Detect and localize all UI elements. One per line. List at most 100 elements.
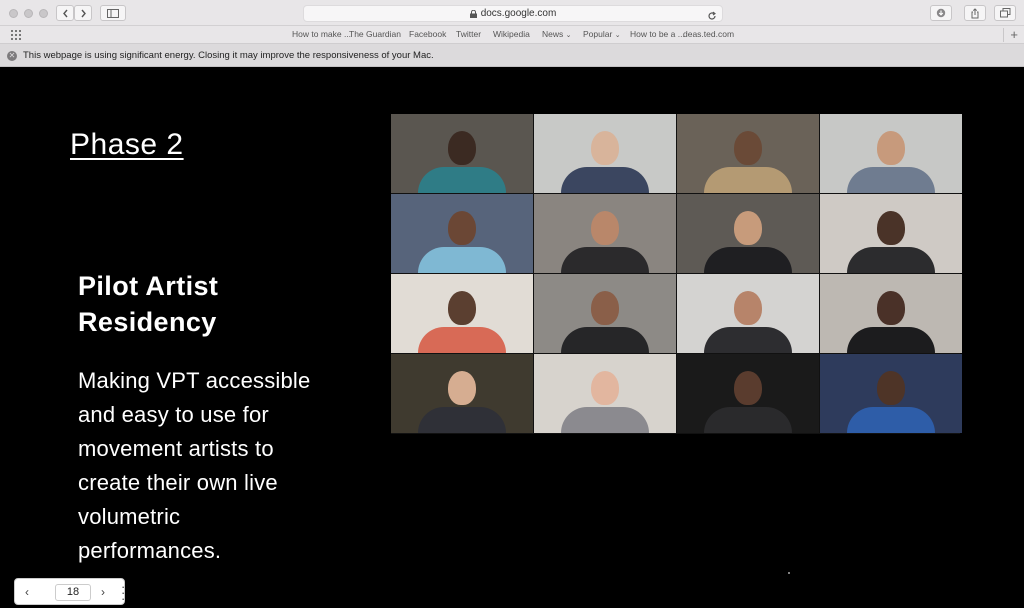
browser-toolbar: docs.google.com <box>0 0 1024 26</box>
participant-torso <box>561 167 649 193</box>
body-line: performances. <box>78 538 222 563</box>
sidebar-icon <box>107 8 119 18</box>
chevron-left-icon <box>62 9 68 17</box>
close-icon[interactable]: ✕ <box>7 51 17 61</box>
video-tile <box>391 274 533 353</box>
chevron-down-icon: ⌄ <box>614 32 621 39</box>
video-tile <box>677 194 819 273</box>
page-number-field[interactable]: 18 <box>55 584 91 601</box>
participant-torso <box>561 327 649 353</box>
video-tile <box>677 274 819 353</box>
video-tile <box>391 354 533 433</box>
share-icon <box>971 7 979 18</box>
bookmark-how-to-be[interactable]: How to be a ... <box>630 29 685 39</box>
headline-line: Residency <box>78 307 217 337</box>
participant-head <box>877 131 905 166</box>
video-tile <box>534 274 676 353</box>
video-tile <box>820 114 962 193</box>
participant-torso <box>418 407 506 433</box>
video-tile <box>820 274 962 353</box>
video-call-grid <box>391 114 962 434</box>
participant-torso <box>704 167 792 193</box>
new-tab-icon[interactable]: + <box>1010 27 1018 42</box>
body-line: movement artists to <box>78 436 274 461</box>
bookmark-popular[interactable]: Popular ⌄ <box>583 29 621 39</box>
participant-head <box>877 291 905 326</box>
chevron-right-icon <box>80 9 86 17</box>
participant-head <box>448 371 476 406</box>
video-tile <box>534 114 676 193</box>
chevron-right-icon[interactable]: › <box>101 585 105 599</box>
slide-body: Making VPT accessible and easy to use fo… <box>78 364 378 568</box>
downloads-button[interactable] <box>930 5 952 21</box>
video-tile <box>820 194 962 273</box>
video-tile <box>677 114 819 193</box>
grid-icon[interactable] <box>11 30 21 40</box>
bookmark-guardian[interactable]: The Guardian <box>349 29 401 39</box>
tabs-icon <box>999 8 1010 18</box>
body-line: create their own live <box>78 470 278 495</box>
body-line: Making VPT accessible <box>78 368 311 393</box>
participant-torso <box>418 327 506 353</box>
video-tile <box>391 194 533 273</box>
participant-torso <box>704 407 792 433</box>
participant-head <box>591 291 619 326</box>
participant-torso <box>418 167 506 193</box>
participant-torso <box>847 407 935 433</box>
bookmark-ted[interactable]: deas.ted.com <box>683 29 734 39</box>
divider <box>1003 28 1004 42</box>
video-tile <box>391 114 533 193</box>
video-tile <box>677 354 819 433</box>
participant-torso <box>847 327 935 353</box>
headline-line: Pilot Artist <box>78 271 219 301</box>
participant-torso <box>561 407 649 433</box>
participant-head <box>877 211 905 246</box>
participant-head <box>591 211 619 246</box>
participant-torso <box>704 327 792 353</box>
energy-warning-bar: ✕ This webpage is using significant ener… <box>0 44 1024 67</box>
sidebar-button[interactable] <box>100 5 126 21</box>
forward-button[interactable] <box>74 5 92 21</box>
bookmark-facebook[interactable]: Facebook <box>409 29 446 39</box>
bookmark-wikipedia[interactable]: Wikipedia <box>493 29 530 39</box>
participant-head <box>734 291 762 326</box>
participant-head <box>734 371 762 406</box>
more-options-icon[interactable]: · · · <box>121 580 125 605</box>
video-tile <box>820 354 962 433</box>
download-icon <box>936 8 946 18</box>
participant-head <box>448 291 476 326</box>
close-window-button[interactable] <box>9 9 18 18</box>
video-tile <box>534 194 676 273</box>
chevron-left-icon[interactable]: ‹ <box>25 585 29 599</box>
bookmark-news[interactable]: News ⌄ <box>542 29 572 39</box>
participant-torso <box>847 247 935 273</box>
tabs-overview-button[interactable] <box>994 5 1016 21</box>
minimize-window-button[interactable] <box>24 9 33 18</box>
decorative-dot <box>788 572 790 574</box>
slide-headline: Pilot Artist Residency <box>78 268 378 340</box>
participant-torso <box>847 167 935 193</box>
zoom-window-button[interactable] <box>39 9 48 18</box>
address-bar[interactable]: docs.google.com <box>303 5 723 22</box>
bookmark-twitter[interactable]: Twitter <box>456 29 481 39</box>
share-button[interactable] <box>964 5 986 21</box>
participant-head <box>591 131 619 166</box>
body-line: volumetric <box>78 504 181 529</box>
participant-torso <box>704 247 792 273</box>
lock-icon <box>469 9 477 18</box>
participant-head <box>734 131 762 166</box>
participant-head <box>877 371 905 406</box>
bookmark-how-to-make[interactable]: How to make ... <box>292 29 351 39</box>
reload-icon[interactable] <box>707 8 717 26</box>
participant-head <box>734 211 762 246</box>
back-button[interactable] <box>56 5 74 21</box>
participant-head <box>591 371 619 406</box>
participant-head <box>448 131 476 166</box>
slide-phase-title: Phase 2 <box>70 128 184 161</box>
participant-head <box>448 211 476 246</box>
bookmarks-bar: How to make ... The Guardian Facebook Tw… <box>0 26 1024 44</box>
slide-pager: ‹ 18 › · · · <box>14 578 125 605</box>
video-tile <box>534 354 676 433</box>
body-line: and easy to use for <box>78 402 269 427</box>
participant-torso <box>561 247 649 273</box>
